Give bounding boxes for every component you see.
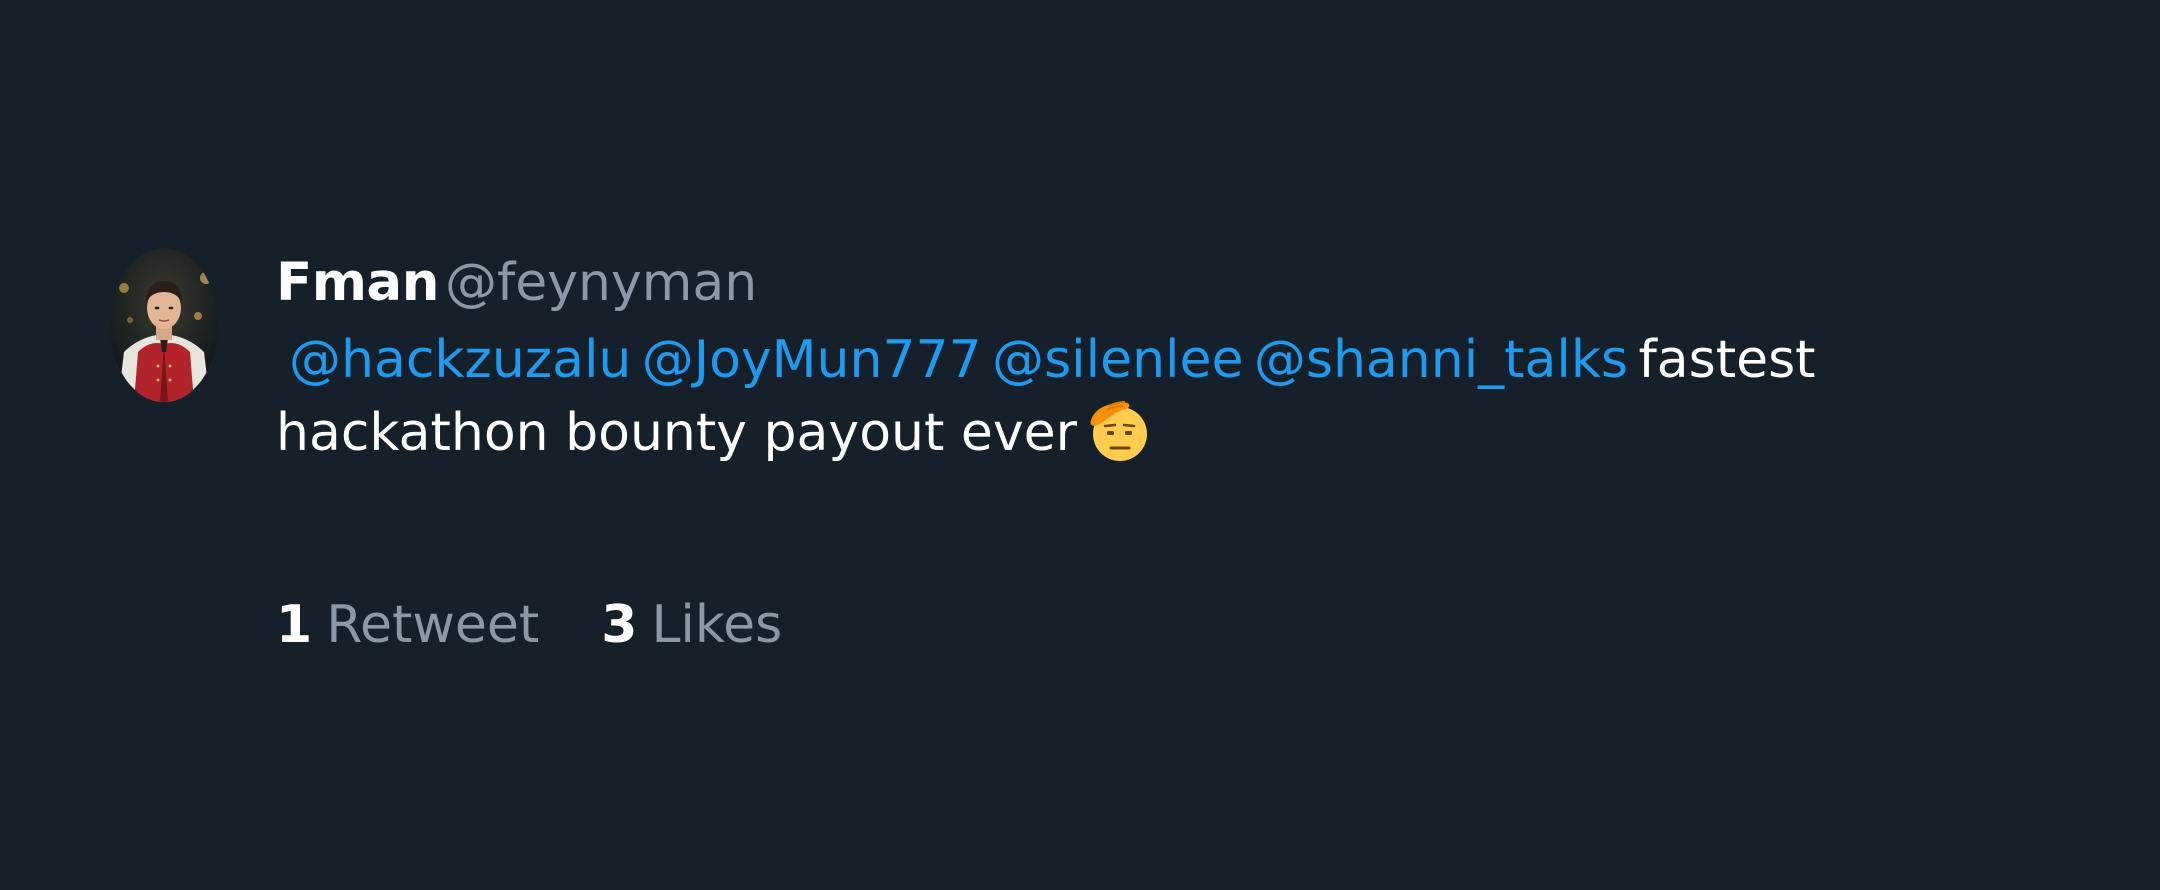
mention-link[interactable]: @JoyMun777 [642, 330, 982, 390]
avatar-photo [110, 248, 218, 402]
avatar[interactable] [110, 248, 218, 402]
author-handle[interactable]: @feynyman [445, 253, 757, 313]
retweets-label: Retweet [326, 595, 540, 655]
mention-link[interactable]: @shanni_talks [1254, 330, 1628, 390]
tweet-header: Fman @feynyman [276, 248, 2016, 318]
mention-link[interactable]: @hackzuzalu [289, 330, 631, 390]
tweet-text: @hackzuzalu @JoyMun777 @silenlee @shanni_ta… [276, 324, 1996, 484]
author-display-name[interactable]: Fman [276, 252, 439, 313]
likes-count: 3 [601, 595, 638, 655]
tweet-stats: 1 Retweet 3 Likes [276, 590, 2016, 660]
retweets-stat[interactable]: 1 Retweet [276, 590, 539, 660]
tweet-content: Fman @feynyman @hackzuzalu @JoyMun777 @sile… [276, 248, 2016, 660]
retweets-count: 1 [276, 595, 313, 655]
likes-label: Likes [651, 595, 783, 655]
likes-stat[interactable]: 3 Likes [601, 590, 782, 660]
saluting-face-emoji-icon [1087, 398, 1153, 484]
mention-link[interactable]: @silenlee [992, 330, 1243, 390]
